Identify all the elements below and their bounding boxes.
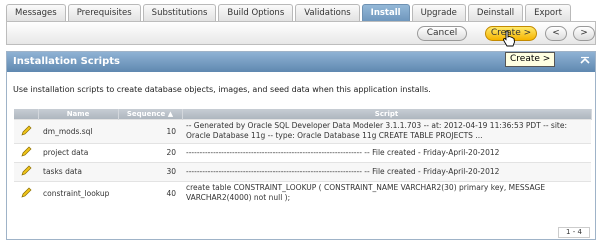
header-sequence-label: Sequence [126,109,166,118]
row-script: ----------------------------------------… [182,161,591,181]
row-sequence: 30 [118,161,182,181]
row-name: project data [38,142,118,162]
edit-cell[interactable] [14,142,38,162]
table-header-row: Name Sequence ▲ Script [14,109,592,119]
pagination-label: 1 - 4 [558,227,590,238]
cancel-button[interactable]: Cancel [417,26,467,41]
row-name: dm_mods.sql [38,118,118,143]
previous-button[interactable]: < [545,26,567,41]
tab-prerequisites[interactable]: Prerequisites [67,4,141,21]
tab-upgrade[interactable]: Upgrade [411,4,466,21]
row-script: create table CONSTRAINT_LOOKUP ( CONSTRA… [182,180,591,205]
region-title: Installation Scripts [13,56,120,67]
table-row: dm_mods.sql 10 -- Generated by Oracle SQ… [14,118,591,143]
table-row: tasks data 30 --------------------------… [14,161,591,181]
hand-cursor-icon [502,30,516,49]
header-sequence[interactable]: Sequence ▲ [118,109,183,119]
table-row: project data 20 ------------------------… [14,142,591,162]
tab-build-options[interactable]: Build Options [218,4,294,21]
create-tooltip: Create > [505,52,556,67]
edit-pencil-icon[interactable] [20,125,32,138]
row-sequence: 40 [118,180,182,205]
edit-cell[interactable] [14,118,38,143]
row-script: -- Generated by Oracle SQL Developer Dat… [182,118,591,143]
row-sequence: 20 [118,142,182,162]
edit-pencil-icon[interactable] [20,187,32,200]
row-name: constraint_lookup [38,180,118,205]
next-button[interactable]: > [573,26,595,41]
tab-export[interactable]: Export [525,4,571,21]
region-description: Use installation scripts to create datab… [13,85,431,94]
row-sequence: 10 [118,118,182,143]
tab-bar: Messages Prerequisites Substitutions Bui… [6,4,573,21]
tab-validations[interactable]: Validations [295,4,360,21]
edit-pencil-icon[interactable] [20,165,32,178]
installation-scripts-region: Installation Scripts Use installation sc… [6,51,596,240]
edit-pencil-icon[interactable] [20,146,32,159]
edit-cell[interactable] [14,180,38,205]
tab-substitutions[interactable]: Substitutions [142,4,217,21]
tab-install[interactable]: Install [361,4,410,21]
edit-cell[interactable] [14,161,38,181]
table-row: constraint_lookup 40 create table CONSTR… [14,180,591,205]
tab-deinstall[interactable]: Deinstall [467,4,524,21]
header-name[interactable]: Name [38,109,119,119]
collapse-icon[interactable] [579,56,591,68]
row-name: tasks data [38,161,118,181]
header-script[interactable]: Script [182,109,592,119]
tab-messages[interactable]: Messages [6,4,66,21]
scripts-table: Name Sequence ▲ Script dm_mods.sql 10 --… [14,109,592,205]
sort-ascending-icon: ▲ [167,109,174,118]
row-script: ----------------------------------------… [182,142,591,162]
header-edit [14,109,39,119]
